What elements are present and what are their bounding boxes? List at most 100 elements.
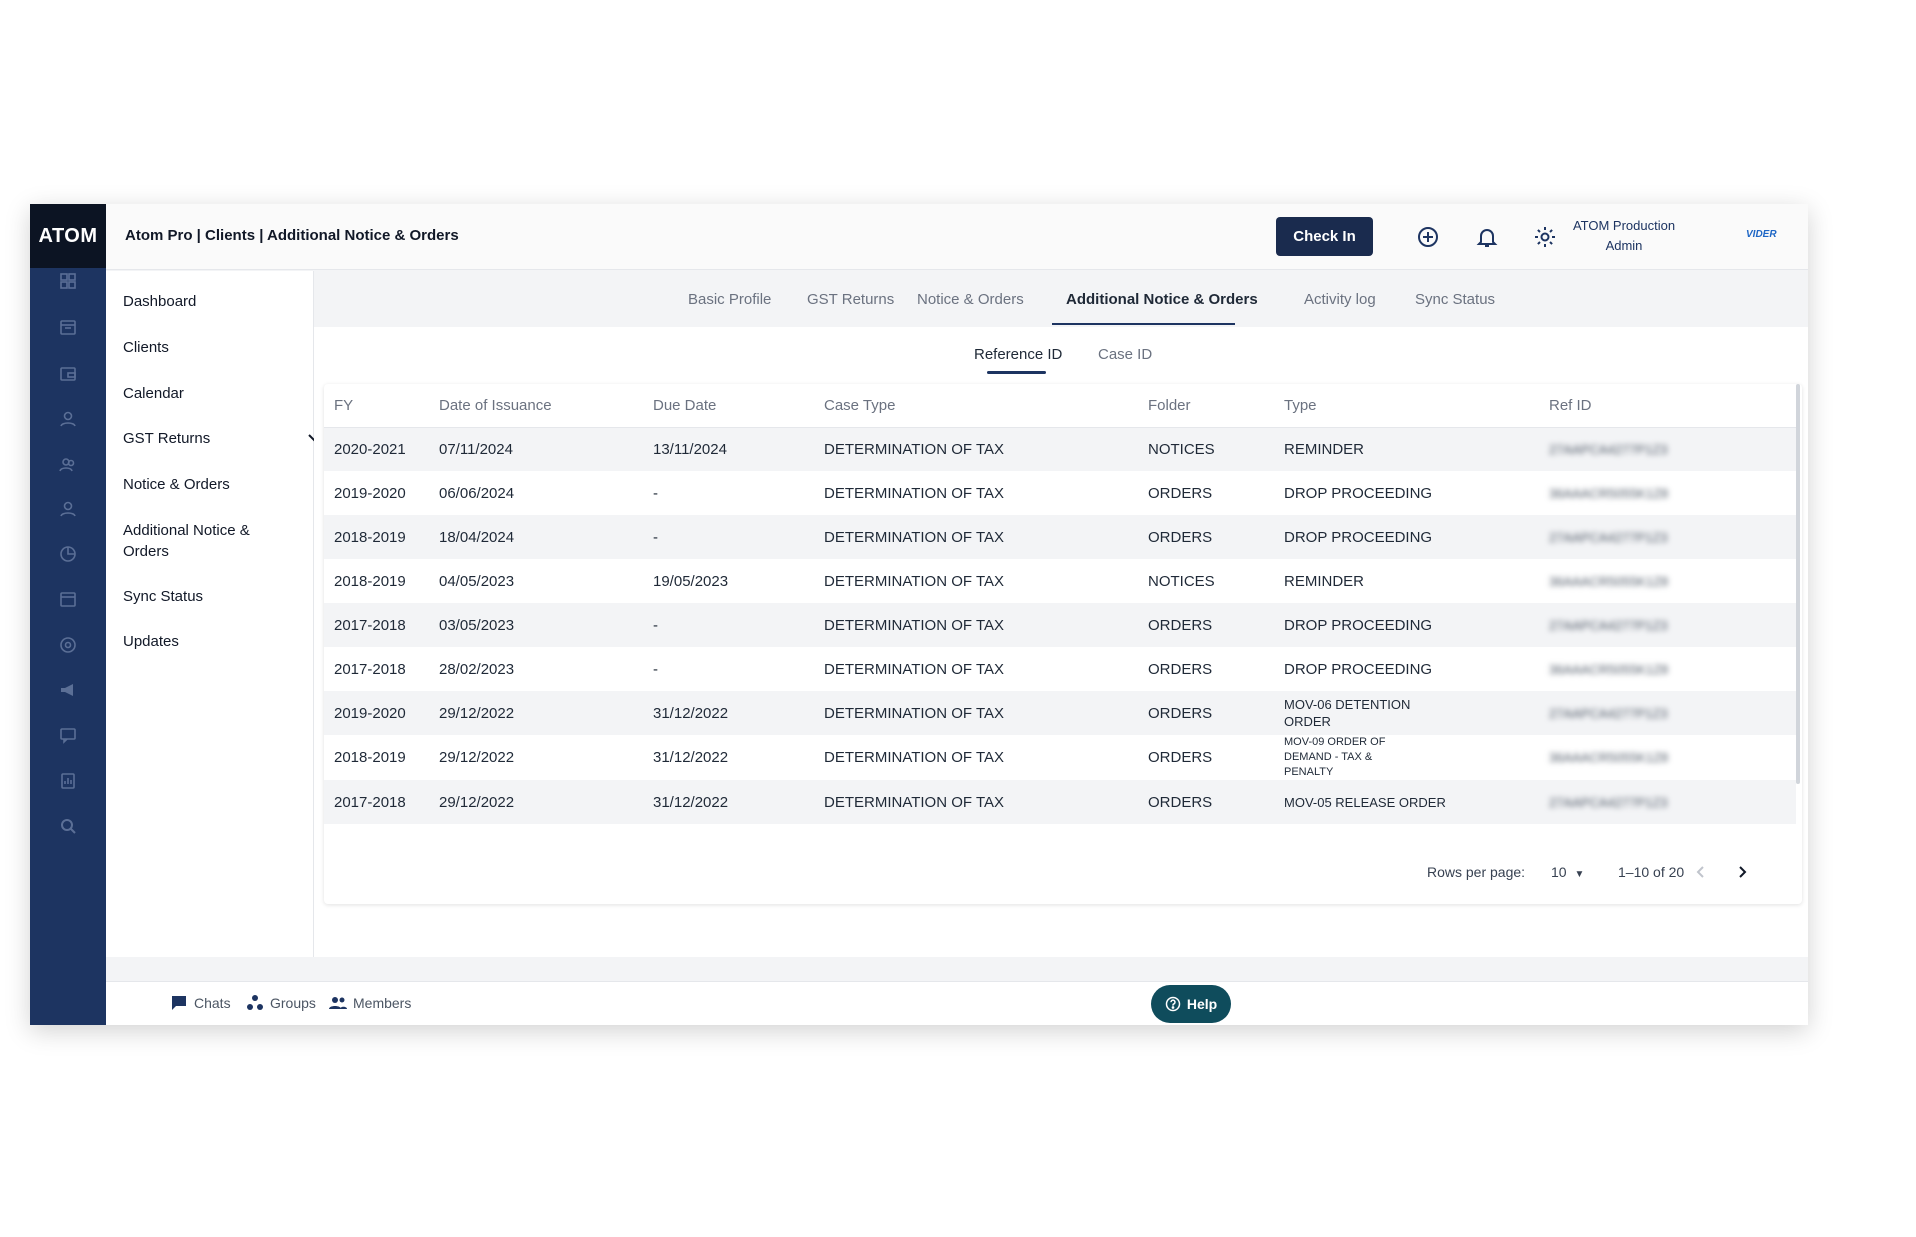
table-cell: 03/05/2023 [429,603,643,647]
table-cell: DETERMINATION OF TAX [824,749,1005,766]
column-header[interactable]: Ref ID [1539,384,1796,428]
rows-per-page-value: 10 [1551,864,1567,880]
atom-logo: ATOM [30,204,106,268]
sidebar-item-label: Orders [123,543,169,560]
table-cell: DROP PROCEEDING [1274,603,1539,647]
table-cell: 27AAPCA4277P1Z3 [1539,603,1796,647]
search-icon[interactable] [50,811,86,841]
sidebar-item-updates[interactable]: Updates [123,631,179,652]
column-header[interactable]: Folder [1138,384,1274,428]
table-cell: NOTICES [1138,427,1274,471]
tab-additional-notice-orders[interactable]: Additional Notice & Orders [1066,291,1258,308]
caret-down-icon: ▼ [1574,869,1585,880]
table-row[interactable]: 2019-2020 06/06/2024 - DETERMINATION OF … [324,471,1796,515]
user-info[interactable]: ATOM Production Admin [1554,216,1694,256]
members-icon [329,997,347,1009]
table-cell: 2018-2019 [334,749,406,766]
users-icon[interactable] [50,449,86,479]
calendar-icon[interactable] [50,584,86,614]
sidebar-item-clients[interactable]: Clients [123,337,169,358]
table-cell: ORDERS [1148,749,1213,766]
table-row[interactable]: 2020-2021 07/11/2024 13/11/2024 DETERMIN… [324,427,1796,471]
tab-activity-log[interactable]: Activity log [1304,291,1376,308]
sidebar-item-gst-returns[interactable]: GST Returns [123,428,210,449]
table-cell: MOV-09 ORDER OF DEMAND - TAX & PENALTY [1284,736,1386,778]
column-header[interactable]: Type [1274,384,1539,428]
groups-icon [247,995,263,1010]
table-cell: 18/04/2024 [429,515,643,559]
sidebar-item-dashboard[interactable]: Dashboard [123,291,196,312]
dashboard-icon[interactable] [50,266,86,296]
table-row[interactable]: 2018-2019 18/04/2024 - DETERMINATION OF … [324,515,1796,559]
table-cell: ORDERS [1138,691,1274,735]
tab-basic-profile[interactable]: Basic Profile [688,291,771,308]
add-circle-icon[interactable] [1414,223,1442,251]
next-page-button[interactable] [1730,860,1754,884]
table-cell: - [643,515,814,559]
subtab-case-id[interactable]: Case ID [1098,346,1152,363]
sidebar-item-calendar[interactable]: Calendar [123,383,184,404]
rows-per-page-select[interactable]: 10 ▼ [1551,864,1584,880]
members-link[interactable]: Members [329,994,411,1012]
table-cell: 2018-2019 [324,515,429,559]
main-content: Reference ID Case ID FY Date of Issuance… [314,327,1808,957]
table-cell: DROP PROCEEDING [1284,484,1433,502]
table-row[interactable]: 2017-2018 03/05/2023 - DETERMINATION OF … [324,603,1796,647]
table-cell: 29/12/2022 [439,749,515,766]
megaphone-icon[interactable] [50,675,86,705]
table-cell: DROP PROCEEDING [1284,660,1433,678]
notices-table-card: FY Date of Issuance Due Date Case Type F… [324,384,1802,904]
tabs-bar: Basic Profile GST Returns Notice & Order… [314,271,1808,327]
column-header[interactable]: Case Type [814,384,1138,428]
table-cell: 31/12/2022 [643,691,814,735]
table-cell: 19/05/2023 [653,572,729,590]
sidebar-item-notice-orders[interactable]: Notice & Orders [123,474,230,495]
icon-rail: ATOM [30,204,106,1025]
table-row[interactable]: 2018-2019 04/05/2023 19/05/2023 DETERMIN… [324,559,1796,603]
pie-chart-icon[interactable] [50,539,86,569]
prev-page-button[interactable] [1689,860,1713,884]
help-button[interactable]: Help [1151,985,1231,1023]
tab-notice-orders[interactable]: Notice & Orders [917,291,1024,308]
ref-id-blurred: 27AAPCA4277P1Z3 [1549,617,1668,633]
report-icon[interactable] [50,766,86,796]
ref-id-blurred: 36AAACR5055K1Z8 [1549,661,1669,677]
table-cell: DETERMINATION OF TAX [814,780,1138,824]
wallet-icon[interactable] [50,359,86,389]
top-header: Atom Pro | Clients | Additional Notice &… [106,204,1808,270]
table-cell: 2019-2020 [324,691,429,735]
chat-icon[interactable] [50,720,86,750]
table-scrollbar[interactable] [1796,384,1800,784]
help-label: Help [1186,996,1218,1012]
tab-sync-status[interactable]: Sync Status [1415,291,1495,308]
sidebar-item-additional-notice[interactable]: Additional Notice & Orders [123,520,250,562]
tab-gst-returns[interactable]: GST Returns [807,291,894,308]
table-row[interactable]: 2018-2019 29/12/2022 31/12/2022 DETERMIN… [324,735,1796,780]
chats-link[interactable]: Chats [170,994,231,1012]
table-cell: 36AAACR5055K1Z8 [1539,735,1796,780]
table-row[interactable]: 2017-2018 28/02/2023 - DETERMINATION OF … [324,647,1796,691]
sidebar: Dashboard Clients Calendar GST Returns N… [106,271,320,957]
groups-link[interactable]: Groups [246,994,316,1012]
table-header-row: FY Date of Issuance Due Date Case Type F… [324,384,1796,428]
table-cell: - [643,603,814,647]
table-cell: 29/12/2022 [429,780,643,824]
column-header[interactable]: FY [324,384,429,428]
user-icon[interactable] [50,404,86,434]
table-row[interactable]: 2019-2020 29/12/2022 31/12/2022 DETERMIN… [324,691,1796,735]
subtab-reference-id[interactable]: Reference ID [974,346,1062,363]
clients-icon[interactable] [50,312,86,342]
settings-circle-icon[interactable] [50,630,86,660]
table-cell: ORDERS [1148,484,1213,502]
ref-id-blurred: 36AAACR5055K1Z8 [1549,485,1669,501]
members-label: Members [353,995,412,1011]
check-in-button[interactable]: Check In [1276,217,1373,256]
pagination-range: 1–10 of 20 [1618,864,1685,880]
column-header[interactable]: Due Date [643,384,814,428]
column-header[interactable]: Date of Issuance [429,384,643,428]
bell-icon[interactable] [1473,223,1501,251]
table-row[interactable]: 2017-2018 29/12/2022 31/12/2022 DETERMIN… [324,780,1796,824]
sidebar-item-sync-status[interactable]: Sync Status [123,586,203,607]
active-tab-indicator [1052,323,1235,325]
profile-icon[interactable] [50,494,86,524]
